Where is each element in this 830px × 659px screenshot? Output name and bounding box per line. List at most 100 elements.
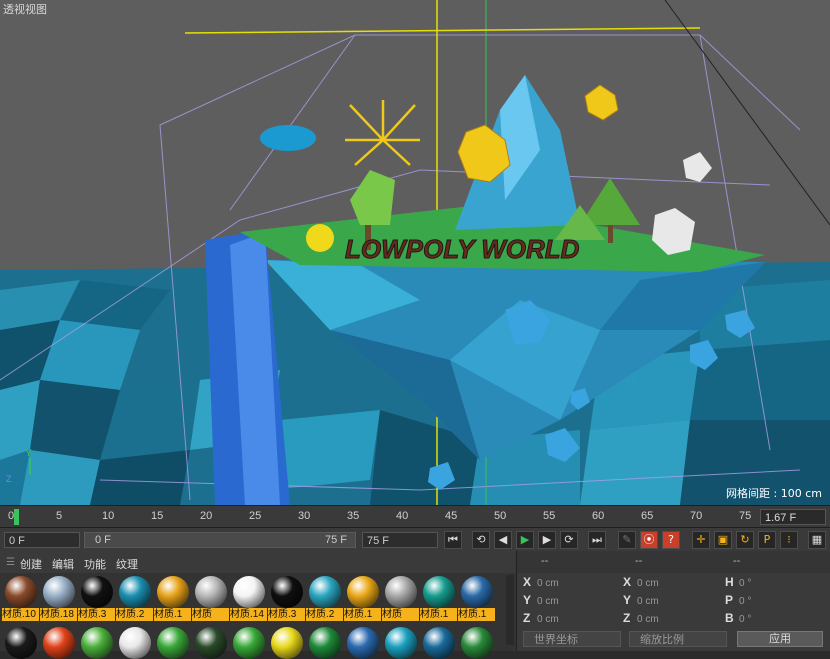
auto-key-button[interactable]: ? <box>662 531 680 549</box>
position-value-field[interactable]: 0 cm <box>537 594 611 609</box>
position-value-field[interactable]: 0 cm <box>537 612 611 627</box>
material-preview-ball <box>308 576 341 608</box>
rotation-value-field[interactable]: 0 ° <box>739 594 813 609</box>
viewport-title: 透视视图 <box>3 3 47 16</box>
material-swatch[interactable]: 材质.1 <box>458 576 495 621</box>
menu-edit[interactable]: 编辑 <box>52 556 74 572</box>
timeline-icon[interactable]: ▦ <box>808 531 826 549</box>
size-value-field[interactable]: 0 cm <box>637 612 711 627</box>
position-value-field[interactable]: 0 cm <box>537 576 611 591</box>
material-scrollbar[interactable] <box>506 575 514 645</box>
param-button[interactable]: P <box>758 531 776 549</box>
next-frame-button[interactable]: ▶ <box>538 531 556 549</box>
goto-end-button[interactable]: ⏭ <box>588 531 606 549</box>
tick: 35 <box>347 510 360 522</box>
material-swatch[interactable]: 材质.1 <box>154 576 191 621</box>
current-frame-field[interactable]: 1.67 F <box>760 509 826 525</box>
prev-frame-button[interactable]: ◀ <box>494 531 512 549</box>
material-label: 材质.10 <box>2 608 39 621</box>
material-preview-ball <box>118 576 151 608</box>
grid-dots-icon[interactable]: ⁝ <box>780 531 798 549</box>
rotation-axis-label: B <box>725 611 734 625</box>
material-swatch[interactable]: 材质.10 <box>2 576 39 621</box>
size-value-field[interactable]: 0 cm <box>637 594 711 609</box>
material-swatch[interactable]: 材质.14 <box>230 576 267 621</box>
material-swatch[interactable] <box>268 627 305 659</box>
coords-rotation-title: -- <box>733 555 741 567</box>
tick: 10 <box>102 510 115 522</box>
material-label: 材质 <box>192 608 229 621</box>
material-swatch[interactable]: 材质.18 <box>40 576 77 621</box>
material-swatch[interactable] <box>40 627 77 659</box>
menu-texture[interactable]: 纹理 <box>116 556 138 572</box>
size-axis-label: X <box>623 575 632 589</box>
material-swatch[interactable]: 材质 <box>192 576 229 621</box>
play-button[interactable]: ▶ <box>516 531 534 549</box>
coord-mode-dropdown[interactable]: 世界坐标 <box>523 631 621 647</box>
rotation-value-field[interactable]: 0 ° <box>739 576 813 591</box>
apply-button[interactable]: 应用 <box>737 631 823 647</box>
end-frame-field[interactable]: 75 F <box>362 532 438 548</box>
material-preview-ball <box>42 627 75 659</box>
start-frame-field[interactable]: 0 F <box>4 532 80 548</box>
rotation-value-field[interactable]: 0 ° <box>739 612 813 627</box>
material-preview-ball <box>118 627 151 659</box>
axis-z-label: Z <box>6 474 12 484</box>
material-label: 材质.18 <box>40 608 77 621</box>
material-label: 材质.3 <box>268 608 305 621</box>
material-swatch[interactable] <box>154 627 191 659</box>
tick: 20 <box>200 510 213 522</box>
preview-range-slider[interactable]: 0 F 75 F <box>84 532 356 548</box>
prev-key-button[interactable]: ⟲ <box>472 531 490 549</box>
goto-start-button[interactable]: ⏮ <box>444 531 462 549</box>
tick: 15 <box>151 510 164 522</box>
material-label: 材质.1 <box>344 608 381 621</box>
material-preview-ball <box>270 576 303 608</box>
material-swatch[interactable] <box>2 627 39 659</box>
material-label: 材质.14 <box>230 608 267 621</box>
frame-ruler[interactable]: 0 5 10 15 20 25 30 35 40 45 50 55 60 65 … <box>8 506 752 528</box>
material-swatch[interactable]: 材质.1 <box>344 576 381 621</box>
menu-function[interactable]: 功能 <box>84 556 106 572</box>
lowpoly-title: LOWPOLY WORLD <box>345 234 580 264</box>
range-start: 0 F <box>95 534 111 546</box>
scale-icon[interactable]: ▣ <box>714 531 732 549</box>
menu-create[interactable]: 创建 <box>20 556 42 572</box>
coordinate-manager: -- -- -- X 0 cm X 0 cm H 0 ° Y 0 cm Y 0 cm P 0 ° Z 0 … <box>516 551 830 651</box>
balloon <box>306 224 334 252</box>
rotate-tool-button[interactable]: ↻ <box>736 531 754 549</box>
material-swatch[interactable] <box>306 627 343 659</box>
axis-y-label: Y <box>25 448 32 459</box>
move-tool-button[interactable]: ✛ <box>692 531 710 549</box>
playhead[interactable] <box>14 509 19 525</box>
material-swatch[interactable] <box>192 627 229 659</box>
record-button[interactable]: ⦿ <box>640 531 658 549</box>
windmill <box>345 100 420 166</box>
material-swatch[interactable]: 材质.2 <box>306 576 343 621</box>
coords-header: -- -- -- <box>517 551 830 573</box>
material-swatch[interactable]: 材质.2 <box>116 576 153 621</box>
timeline-ruler[interactable]: 0 5 10 15 20 25 30 35 40 45 50 55 60 65 … <box>0 505 830 528</box>
material-swatch[interactable] <box>116 627 153 659</box>
tick: 60 <box>592 510 605 522</box>
material-swatch[interactable] <box>230 627 267 659</box>
next-key-button[interactable]: ⟳ <box>560 531 578 549</box>
scale-mode-dropdown[interactable]: 缩放比例 <box>629 631 727 647</box>
keyframe-icon[interactable]: ✎ <box>618 531 636 549</box>
airplane <box>260 125 316 151</box>
material-swatch[interactable]: 材质.1 <box>420 576 457 621</box>
material-swatch[interactable]: 材质.3 <box>78 576 115 621</box>
material-swatch[interactable] <box>458 627 495 659</box>
material-swatch[interactable] <box>420 627 457 659</box>
size-value-field[interactable]: 0 cm <box>637 576 711 591</box>
material-swatch[interactable]: 材质 <box>382 576 419 621</box>
material-label: 材质.1 <box>154 608 191 621</box>
tick: 75 <box>739 510 752 522</box>
3d-viewport[interactable]: LOWPOLY WORLD Y Z 透视视图 网格间距 : 100 cm <box>0 0 830 505</box>
material-swatch[interactable] <box>344 627 381 659</box>
material-swatch[interactable]: 材质.3 <box>268 576 305 621</box>
tick: 70 <box>690 510 703 522</box>
material-swatch[interactable] <box>382 627 419 659</box>
material-swatch[interactable] <box>78 627 115 659</box>
material-preview-ball <box>194 627 227 659</box>
